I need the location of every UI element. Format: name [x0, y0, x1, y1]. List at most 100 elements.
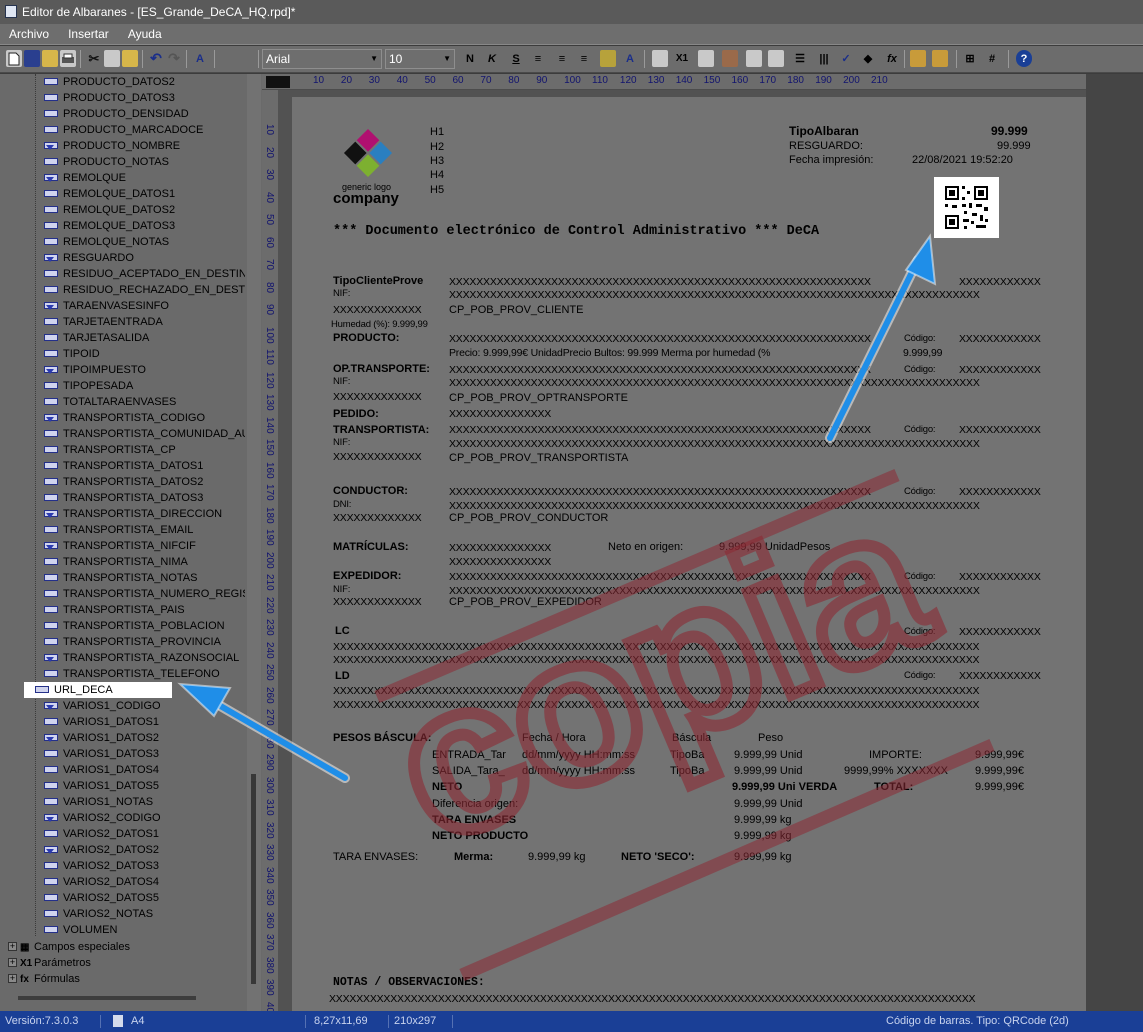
align-left-icon[interactable]: ≡: [530, 50, 546, 67]
send-back-icon[interactable]: [932, 50, 948, 67]
tree-field-varios2-datos3[interactable]: VARIOS2_DATOS3: [43, 858, 159, 874]
font-size-icon[interactable]: A: [192, 50, 208, 67]
align-right-icon[interactable]: ≡: [576, 50, 592, 67]
tree-group-2[interactable]: + fx Fórmulas: [8, 971, 80, 987]
tree-field-varios2-datos5[interactable]: VARIOS2_DATOS5: [43, 890, 159, 906]
tree-field-url-deca[interactable]: URL_DECA: [24, 682, 172, 698]
italic-button[interactable]: K: [484, 50, 500, 67]
expand-icon[interactable]: +: [8, 942, 17, 951]
tree-field-producto-marcadoce[interactable]: PRODUCTO_MARCADOCE: [43, 122, 203, 138]
tree-field-transportista-email[interactable]: TRANSPORTISTA_EMAIL: [43, 522, 193, 538]
tree-field-transportista-datos1[interactable]: TRANSPORTISTA_DATOS1: [43, 458, 203, 474]
tree-group-0[interactable]: + ▦ Campos especiales: [8, 939, 130, 955]
tree-field-transportista-provincia[interactable]: TRANSPORTISTA_PROVINCIA: [43, 634, 221, 650]
tree-field-transportista-poblacion[interactable]: TRANSPORTISTA_POBLACION: [43, 618, 225, 634]
formula-icon[interactable]: fx: [884, 50, 900, 67]
open-folder-icon[interactable]: [42, 50, 58, 67]
tree-field-resguardo[interactable]: RESGUARDO: [43, 250, 134, 266]
report-page[interactable]: generic logo company H1 H2 H3 H4 H5 Tipo…: [292, 97, 1086, 1011]
tree-field-transportista-datos3[interactable]: TRANSPORTISTA_DATOS3: [43, 490, 203, 506]
scrollbar-thumb[interactable]: [251, 774, 256, 984]
expand-icon[interactable]: +: [8, 958, 17, 967]
horizontal-scrollbar[interactable]: [18, 996, 196, 1000]
align-center-icon[interactable]: ≡: [554, 50, 570, 67]
memo-icon[interactable]: [698, 50, 714, 67]
tree-scrollbar[interactable]: [247, 74, 261, 1011]
tree-field-transportista-datos2[interactable]: TRANSPORTISTA_DATOS2: [43, 474, 203, 490]
save-icon[interactable]: [24, 50, 40, 67]
redo-icon[interactable]: ↷: [166, 50, 182, 67]
tree-field-remolque-datos3[interactable]: REMOLQUE_DATOS3: [43, 218, 175, 234]
tree-field-varios2-datos2[interactable]: VARIOS2_DATOS2: [43, 842, 159, 858]
tree-field-varios2-datos4[interactable]: VARIOS2_DATOS4: [43, 874, 159, 890]
image-icon[interactable]: [722, 50, 738, 67]
font-size-select[interactable]: 10 ▼: [385, 49, 455, 69]
tree-field-volumen[interactable]: VOLUMEN: [43, 922, 117, 938]
frame-icon[interactable]: [746, 50, 762, 67]
bold-button[interactable]: N: [462, 50, 478, 67]
table-icon[interactable]: [768, 50, 784, 67]
tree-field-tarjetaentrada[interactable]: TARJETAENTRADA: [43, 314, 163, 330]
underline-button[interactable]: S: [508, 50, 524, 67]
tree-field-tarjetasalida[interactable]: TARJETASALIDA: [43, 330, 149, 346]
tree-field-varios2-notas[interactable]: VARIOS2_NOTAS: [43, 906, 153, 922]
tree-field-totaltaraenvases[interactable]: TOTALTARAENVASES: [43, 394, 176, 410]
tree-field-remolque-notas[interactable]: REMOLQUE_NOTAS: [43, 234, 169, 250]
tree-field-taraenvasesinfo[interactable]: TARAENVASESINFO: [43, 298, 169, 314]
tree-field-varios1-datos4[interactable]: VARIOS1_DATOS4: [43, 762, 159, 778]
tree-field-varios1-datos5[interactable]: VARIOS1_DATOS5: [43, 778, 159, 794]
tree-field-remolque-datos2[interactable]: REMOLQUE_DATOS2: [43, 202, 175, 218]
text-field-icon[interactable]: [652, 50, 668, 67]
font-name-select[interactable]: Arial ▼: [262, 49, 382, 69]
tree-field-varios1-codigo[interactable]: VARIOS1_CODIGO: [43, 698, 161, 714]
menu-ayuda[interactable]: Ayuda: [121, 24, 169, 45]
tree-field-transportista-cp[interactable]: TRANSPORTISTA_CP: [43, 442, 176, 458]
snap-icon[interactable]: #: [984, 50, 1000, 67]
grid-icon[interactable]: ⊞: [962, 50, 978, 67]
copy-icon[interactable]: [104, 50, 120, 67]
tree-field-transportista-numero-registr[interactable]: TRANSPORTISTA_NUMERO_REGISTR: [43, 586, 245, 602]
undo-icon[interactable]: ↶: [148, 50, 164, 67]
lines-icon[interactable]: ☰: [792, 50, 808, 67]
tree-field-transportista-direccion[interactable]: TRANSPORTISTA_DIRECCION: [43, 506, 222, 522]
tree-field-transportista-notas[interactable]: TRANSPORTISTA_NOTAS: [43, 570, 197, 586]
tree-field-varios1-notas[interactable]: VARIOS1_NOTAS: [43, 794, 153, 810]
tree-field-producto-datos2[interactable]: PRODUCTO_DATOS2: [43, 74, 175, 90]
help-icon[interactable]: ?: [1016, 50, 1032, 67]
tree-field-producto-datos3[interactable]: PRODUCTO_DATOS3: [43, 90, 175, 106]
expand-icon[interactable]: +: [8, 974, 17, 983]
tree-field-tipopesada[interactable]: TIPOPESADA: [43, 378, 133, 394]
tree-field-varios2-codigo[interactable]: VARIOS2_CODIGO: [43, 810, 161, 826]
variable-icon[interactable]: X1: [674, 50, 690, 67]
tree-field-tipoid[interactable]: TIPOID: [43, 346, 100, 362]
paste-icon[interactable]: [122, 50, 138, 67]
tree-field-transportista-nima[interactable]: TRANSPORTISTA_NIMA: [43, 554, 188, 570]
color-icon[interactable]: [600, 50, 616, 67]
menu-archivo[interactable]: Archivo: [2, 24, 56, 45]
bring-front-icon[interactable]: [910, 50, 926, 67]
font-color-icon[interactable]: A: [622, 50, 638, 67]
tree-field-producto-notas[interactable]: PRODUCTO_NOTAS: [43, 154, 169, 170]
tree-field-transportista-telefono[interactable]: TRANSPORTISTA_TELEFONO: [43, 666, 220, 682]
tree-field-varios1-datos2[interactable]: VARIOS1_DATOS2: [43, 730, 159, 746]
shape-icon[interactable]: ◆: [860, 50, 876, 67]
tree-field-transportista-codigo[interactable]: TRANSPORTISTA_CODIGO: [43, 410, 205, 426]
tree-field-residuo-aceptado-en-destino[interactable]: RESIDUO_ACEPTADO_EN_DESTINO: [43, 266, 245, 282]
menu-insertar[interactable]: Insertar: [61, 24, 116, 45]
tree-field-transportista-pais[interactable]: TRANSPORTISTA_PAIS: [43, 602, 185, 618]
cut-icon[interactable]: ✂: [86, 50, 102, 67]
check-icon[interactable]: ✓: [838, 50, 854, 67]
tree-field-remolque-datos1[interactable]: REMOLQUE_DATOS1: [43, 186, 175, 202]
barcode-icon[interactable]: |||: [816, 50, 832, 67]
tree-field-residuo-rechazado-en-destino[interactable]: RESIDUO_RECHAZADO_EN_DESTINO: [43, 282, 245, 298]
tree-field-varios1-datos1[interactable]: VARIOS1_DATOS1: [43, 714, 159, 730]
tree-field-transportista-nifcif[interactable]: TRANSPORTISTA_NIFCIF: [43, 538, 196, 554]
tree-field-transportista-comunidad-aut[interactable]: TRANSPORTISTA_COMUNIDAD_AUT: [43, 426, 245, 442]
tree-field-producto-nombre[interactable]: PRODUCTO_NOMBRE: [43, 138, 180, 154]
tree-field-tipoimpuesto[interactable]: TIPOIMPUESTO: [43, 362, 146, 378]
print-icon[interactable]: [60, 50, 76, 67]
tree-field-remolque[interactable]: REMOLQUE: [43, 170, 126, 186]
tree-field-transportista-razonsocial[interactable]: TRANSPORTISTA_RAZONSOCIAL: [43, 650, 239, 666]
tree-field-varios2-datos1[interactable]: VARIOS2_DATOS1: [43, 826, 159, 842]
tree-field-varios1-datos3[interactable]: VARIOS1_DATOS3: [43, 746, 159, 762]
